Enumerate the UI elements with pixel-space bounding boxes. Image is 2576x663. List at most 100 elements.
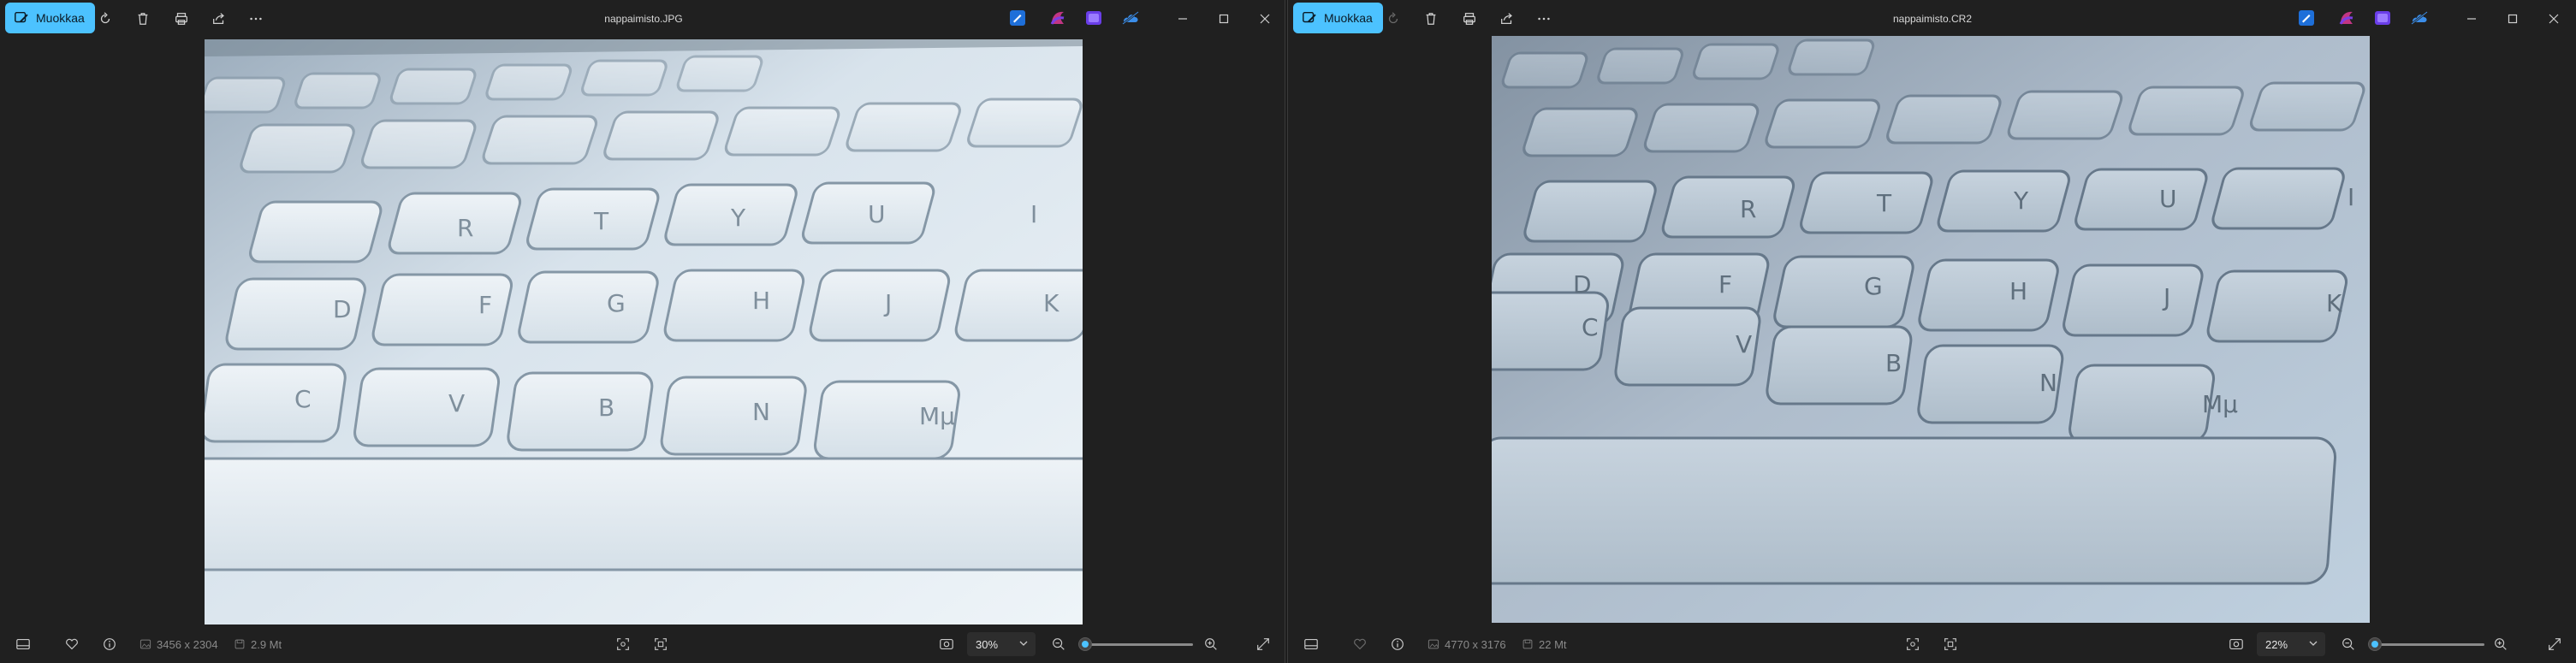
key-label: R bbox=[1740, 195, 1756, 223]
zoom-slider-thumb[interactable] bbox=[1077, 637, 1092, 651]
key-label: K bbox=[2326, 289, 2342, 317]
key-label: Mμ bbox=[919, 402, 955, 430]
fullscreen-button[interactable] bbox=[2547, 635, 2562, 654]
status-bar: 3456 x 2304 2.9 Mt 30% bbox=[0, 625, 1285, 663]
zoom-in-icon bbox=[1205, 638, 1217, 650]
zoom-out-button[interactable] bbox=[1051, 635, 1066, 654]
key-label: R bbox=[457, 214, 473, 242]
minimize-button[interactable] bbox=[2454, 5, 2489, 33]
clipchamp-icon[interactable] bbox=[1048, 9, 1067, 27]
fit-button[interactable] bbox=[939, 635, 954, 654]
maximize-button[interactable] bbox=[1207, 5, 1241, 33]
print-button[interactable] bbox=[1457, 6, 1482, 32]
share-button[interactable] bbox=[1494, 6, 1520, 32]
favorite-icon bbox=[66, 638, 78, 650]
delete-icon bbox=[1426, 13, 1436, 25]
zoom-slider[interactable] bbox=[2368, 637, 2484, 651]
key-label: D bbox=[1573, 270, 1592, 299]
filmstrip-button[interactable] bbox=[15, 635, 31, 654]
window-title: nappaimisto.CR2 bbox=[1892, 13, 1973, 25]
key-label: J bbox=[883, 289, 892, 317]
clipchamp-icon[interactable] bbox=[2337, 9, 2356, 27]
select-area-icon bbox=[617, 638, 629, 650]
edit-app-icon[interactable] bbox=[2297, 9, 2316, 27]
key-label: F bbox=[478, 291, 492, 319]
zoom-in-button[interactable] bbox=[2493, 635, 2508, 654]
rotate-button[interactable] bbox=[1380, 6, 1406, 32]
key-label: Mμ bbox=[2202, 390, 2238, 418]
info-button[interactable] bbox=[1390, 635, 1405, 654]
scan-button[interactable] bbox=[653, 635, 668, 654]
photo-canvas[interactable]: R T Y U I D F G H J K C V B N Mμ bbox=[205, 39, 1083, 625]
onedrive-icon[interactable] bbox=[1121, 9, 1140, 27]
edit-label: Muokkaa bbox=[1324, 11, 1373, 25]
key-label: V bbox=[1736, 330, 1752, 358]
save-icon bbox=[1522, 639, 1533, 649]
close-icon bbox=[2549, 14, 2559, 24]
key-label: G bbox=[607, 289, 626, 317]
maximize-button[interactable] bbox=[2496, 5, 2530, 33]
zoom-in-icon bbox=[2495, 638, 2507, 650]
select-area-button[interactable] bbox=[1905, 635, 1920, 654]
select-area-button[interactable] bbox=[615, 635, 631, 654]
key-label: B bbox=[1885, 349, 1902, 377]
filmstrip-button[interactable] bbox=[1303, 635, 1319, 654]
edit-button[interactable]: Muokkaa bbox=[5, 3, 95, 33]
favorite-button[interactable] bbox=[1352, 635, 1368, 654]
minimize-button[interactable] bbox=[1166, 5, 1200, 33]
key-label: H bbox=[2009, 277, 2027, 305]
print-button[interactable] bbox=[169, 6, 194, 32]
key-label: Y bbox=[2013, 186, 2029, 215]
favorite-button[interactable] bbox=[64, 635, 80, 654]
fit-button[interactable] bbox=[2229, 635, 2244, 654]
more-button[interactable] bbox=[243, 6, 269, 32]
scan-icon bbox=[1944, 638, 1956, 650]
save-icon bbox=[234, 639, 245, 649]
zoom-out-icon bbox=[2342, 638, 2354, 650]
keyboard-photo: R T Y U I D F G H J K C V B N Mμ bbox=[1492, 36, 2370, 623]
rotate-icon bbox=[1388, 12, 1398, 24]
edit-icon bbox=[1303, 11, 1316, 23]
image-icon bbox=[1427, 639, 1439, 649]
rotate-button[interactable] bbox=[92, 6, 118, 32]
photos-icon[interactable] bbox=[1084, 9, 1103, 27]
fit-icon bbox=[2229, 639, 2243, 649]
scan-button[interactable] bbox=[1943, 635, 1958, 654]
zoom-dropdown[interactable]: 30% bbox=[967, 632, 1036, 656]
share-icon bbox=[1501, 13, 1512, 25]
zoom-slider[interactable] bbox=[1077, 637, 1193, 651]
photos-icon[interactable] bbox=[2373, 9, 2392, 27]
title-bar: Muokkaa nappaimisto.JPG bbox=[0, 0, 1285, 38]
more-icon bbox=[250, 17, 262, 21]
filesize-info: 2.9 Mt bbox=[234, 635, 282, 654]
more-icon bbox=[1538, 17, 1550, 21]
window-title: nappaimisto.JPG bbox=[604, 13, 683, 25]
key-label: I bbox=[2347, 183, 2354, 211]
close-button[interactable] bbox=[1248, 5, 1282, 33]
zoom-in-button[interactable] bbox=[1203, 635, 1219, 654]
zoom-out-button[interactable] bbox=[2341, 635, 2356, 654]
key-label: H bbox=[752, 287, 770, 315]
photo-viewer-window-right: Muokkaa nappaimisto.CR2 R T Y U I D F G … bbox=[1287, 0, 2576, 663]
info-icon bbox=[1392, 638, 1404, 650]
key-label: N bbox=[2039, 369, 2057, 397]
photo-canvas[interactable]: R T Y U I D F G H J K C V B N Mμ bbox=[1492, 36, 2370, 623]
delete-button[interactable] bbox=[1418, 6, 1444, 32]
onedrive-icon[interactable] bbox=[2410, 9, 2429, 27]
edit-button[interactable]: Muokkaa bbox=[1293, 3, 1383, 33]
rotate-icon bbox=[100, 12, 110, 24]
fullscreen-button[interactable] bbox=[1255, 635, 1271, 654]
edit-icon bbox=[15, 11, 28, 23]
fullscreen-icon bbox=[1257, 638, 1269, 650]
scan-icon bbox=[655, 638, 667, 650]
info-button[interactable] bbox=[102, 635, 117, 654]
close-button[interactable] bbox=[2537, 5, 2571, 33]
zoom-slider-thumb[interactable] bbox=[2368, 637, 2382, 651]
share-button[interactable] bbox=[206, 6, 232, 32]
key-label: N bbox=[752, 398, 770, 426]
delete-button[interactable] bbox=[130, 6, 156, 32]
zoom-out-icon bbox=[1053, 638, 1065, 650]
edit-app-icon[interactable] bbox=[1008, 9, 1027, 27]
zoom-dropdown[interactable]: 22% bbox=[2257, 632, 2325, 656]
more-button[interactable] bbox=[1531, 6, 1557, 32]
